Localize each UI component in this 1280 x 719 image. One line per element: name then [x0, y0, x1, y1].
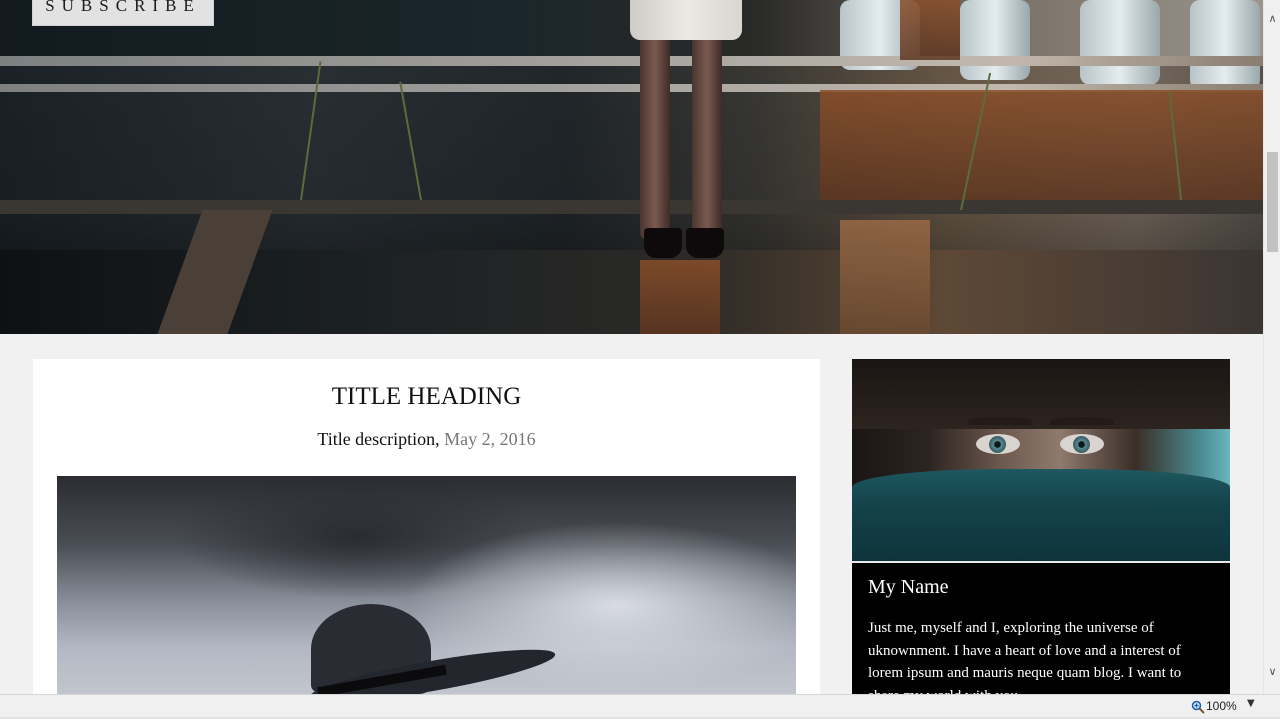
profile-divider: [852, 561, 1230, 563]
hero-weed: [399, 81, 422, 201]
zoom-level[interactable]: 100%: [1206, 699, 1237, 713]
profile-photo-hair: [852, 359, 1230, 429]
magnifier-icon[interactable]: [1191, 700, 1205, 714]
page-viewport: SUBSCRIBE TITLE HEADING Title descriptio…: [0, 0, 1263, 694]
scrollbar-thumb[interactable]: [1267, 152, 1278, 252]
hero-model-legs: [630, 0, 745, 265]
hero-rust-panel: [820, 90, 1263, 200]
vertical-scrollbar[interactable]: ∧ ∨: [1263, 0, 1280, 694]
chevron-up-icon[interactable]: ∧: [1264, 10, 1280, 27]
article-card: TITLE HEADING Title description, May 2, …: [33, 359, 820, 694]
hero-weed: [300, 61, 322, 201]
profile-photo-iris: [989, 436, 1006, 453]
hero-model-leg: [692, 40, 722, 240]
profile-photo-iris: [1073, 436, 1090, 453]
zoom-dropdown-icon[interactable]: ▼: [1247, 698, 1255, 709]
article-subtitle: Title description, May 2, 2016: [33, 429, 820, 450]
profile-photo-brow: [968, 417, 1032, 425]
hero-pipe: [1190, 0, 1260, 90]
profile-name: My Name: [868, 576, 949, 598]
article-title: TITLE HEADING: [331, 383, 522, 410]
hero-model-shoe: [644, 228, 682, 258]
hero-image: SUBSCRIBE: [0, 0, 1263, 334]
profile-bio: Just me, myself and I, exploring the uni…: [868, 620, 1182, 694]
hero-rust-panel: [640, 260, 720, 334]
profile-photo-scarf: [852, 469, 1230, 561]
hero-model-skirt: [630, 0, 742, 40]
hero-pipe: [960, 0, 1030, 80]
status-bar: 100% ▼: [0, 694, 1280, 719]
profile-widget: My Name Just me, myself and I, exploring…: [852, 359, 1230, 694]
hero-rust-panel: [840, 220, 930, 334]
article-date: May 2, 2016: [444, 429, 536, 449]
article-image[interactable]: [57, 476, 796, 694]
article-description: Title description,: [317, 429, 440, 449]
profile-photo: [852, 359, 1230, 561]
hero-model-shoe: [686, 228, 724, 258]
hero-rust-panel: [900, 0, 960, 60]
profile-photo-brow: [1050, 417, 1114, 425]
profile-photo-eye: [976, 434, 1020, 454]
hero-model-leg: [640, 40, 670, 240]
chevron-down-icon[interactable]: ∨: [1264, 663, 1280, 680]
profile-photo-eye: [1060, 434, 1104, 454]
hero-pipe: [1080, 0, 1160, 85]
subscribe-button[interactable]: SUBSCRIBE: [32, 0, 214, 26]
